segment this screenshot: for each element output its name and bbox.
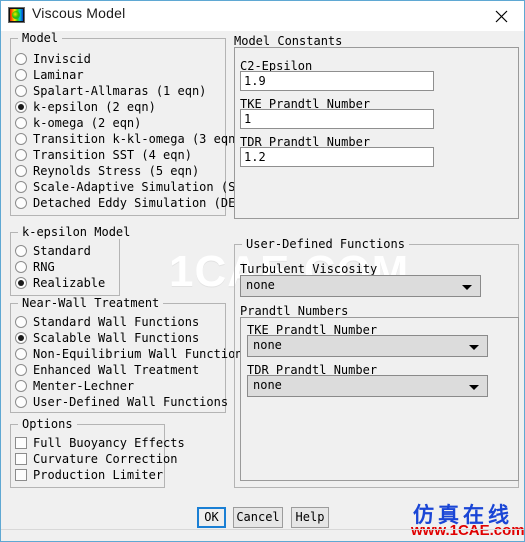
radio-label: Transition SST (4 eqn) [33, 148, 192, 162]
checkbox-label: Production Limiter [33, 468, 164, 482]
radio-label: Transition k-kl-omega (3 eqn) [33, 132, 243, 146]
radio-label: Detached Eddy Simulation (DES) [33, 196, 250, 210]
k-epsilon-model-legend: k-epsilon Model [18, 225, 135, 239]
radio-label: Spalart-Allmaras (1 eqn) [33, 84, 207, 98]
viscous-model-dialog: 1CAE.COM Viscous Model Model Inviscid La… [0, 0, 525, 542]
brand-watermark-url: www.1CAE.com [411, 522, 525, 539]
tdr-prandtl-number-input[interactable] [240, 147, 434, 167]
dropdown-value: none [246, 278, 275, 292]
model-constants-title: Model Constants [234, 34, 343, 48]
radio-label: Laminar [33, 68, 84, 82]
chevron-down-icon [469, 345, 479, 350]
udf-tdr-prandtl-dropdown[interactable]: none [247, 375, 488, 397]
checkbox-label: Full Buoyancy Effects [33, 436, 185, 450]
radio-label: Standard [33, 244, 91, 258]
radio-label: Reynolds Stress (5 eqn) [33, 164, 200, 178]
ok-button[interactable]: OK [197, 507, 226, 528]
checkbox-label: Curvature Correction [33, 452, 178, 466]
chevron-down-icon [462, 285, 472, 290]
brand-watermark-cn: 仿真在线 [413, 503, 513, 527]
udf-tke-prandtl-dropdown[interactable]: none [247, 335, 488, 357]
cancel-button[interactable]: Cancel [233, 507, 283, 528]
close-icon[interactable] [479, 1, 524, 29]
radio-label: k-omega (2 eqn) [33, 116, 142, 130]
radio-label: Non-Equilibrium Wall Functions [33, 347, 250, 361]
radio-label: User-Defined Wall Functions [33, 395, 229, 409]
radio-label: Realizable [33, 276, 106, 290]
title-bar: Viscous Model [1, 1, 524, 31]
options-group-legend: Options [18, 417, 77, 431]
help-button[interactable]: Help [291, 507, 329, 528]
dropdown-value: none [253, 338, 282, 352]
radio-label: Scale-Adaptive Simulation (SAS) [33, 180, 257, 194]
contour-plot-icon [8, 7, 25, 23]
radio-label: Menter-Lechner [33, 379, 135, 393]
chevron-down-icon [469, 385, 479, 390]
radio-label: Standard Wall Functions [33, 315, 200, 329]
footer-divider [1, 529, 524, 530]
turbulent-viscosity-label: Turbulent Viscosity [240, 262, 378, 276]
turbulent-viscosity-dropdown[interactable]: none [240, 275, 481, 297]
c2-epsilon-input[interactable] [240, 71, 434, 91]
window-title: Viscous Model [32, 5, 126, 21]
radio-label: k-epsilon (2 eqn) [33, 100, 156, 114]
dropdown-value: none [253, 378, 282, 392]
model-group-legend: Model [18, 31, 63, 45]
near-wall-treatment-legend: Near-Wall Treatment [18, 296, 164, 310]
radio-label: Inviscid [33, 52, 91, 66]
prandtl-numbers-title: Prandtl Numbers [240, 304, 349, 318]
radio-label: RNG [33, 260, 55, 274]
tke-prandtl-number-input[interactable] [240, 109, 434, 129]
radio-label: Enhanced Wall Treatment [33, 363, 200, 377]
udf-group-legend: User-Defined Functions [242, 237, 409, 251]
radio-label: Scalable Wall Functions [33, 331, 200, 345]
